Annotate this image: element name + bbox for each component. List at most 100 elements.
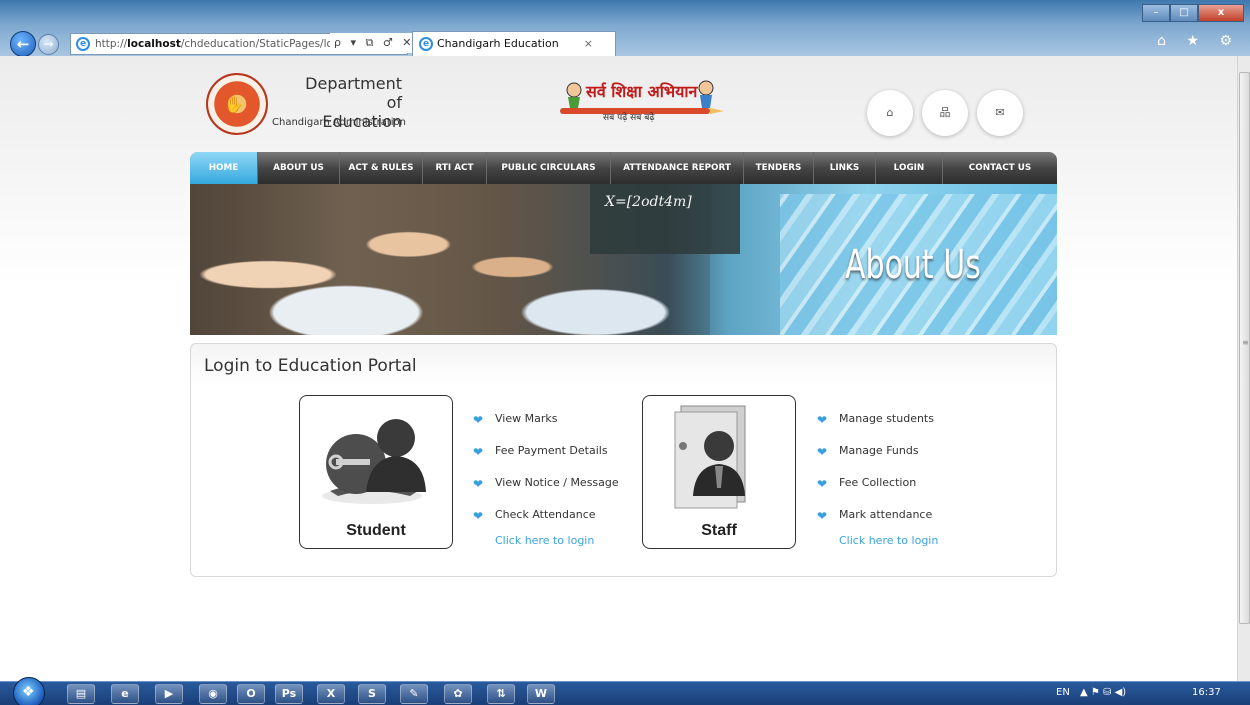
menu-home[interactable]: HOME (190, 152, 258, 184)
check-heart-icon: ❤ (473, 445, 484, 459)
dept-line-1: Department of (305, 74, 402, 112)
paint-taskbar-icon[interactable]: ✿ (444, 684, 472, 704)
check-heart-icon: ❤ (473, 477, 484, 491)
menu-rti-act[interactable]: RTI ACT (423, 152, 487, 184)
browser-toolbar-icons[interactable]: ⌂ ★ ⚙ (1157, 33, 1240, 49)
banner-title: About Us (845, 242, 981, 288)
skype-taskbar-icon[interactable]: S (358, 684, 386, 704)
ie-tab-icon: e (419, 37, 433, 51)
menu-tenders[interactable]: TENDERS (744, 152, 814, 184)
menu-links[interactable]: LINKS (814, 152, 876, 184)
student-feature-label: View Marks (495, 412, 558, 425)
system-tray-icons[interactable]: ▲ ⚑ ⛁ ◀) (1080, 687, 1126, 698)
staff-binder-ring (679, 442, 687, 450)
ssa-tagline: सब पढ़े सब बढ़े (603, 113, 655, 123)
back-button[interactable]: ← (10, 31, 36, 57)
staff-feature-label: Fee Collection (839, 476, 917, 489)
url-host: localhost (127, 38, 181, 50)
scrollbar-grip-icon: ≡ (1242, 338, 1249, 347)
opera-taskbar-icon[interactable]: O (237, 684, 265, 704)
student-person-head (377, 419, 415, 457)
check-heart-icon: ❤ (817, 445, 828, 459)
windows-logo-icon: ❖ (22, 684, 35, 700)
scrollbar-thumb[interactable]: ≡ (1239, 72, 1250, 624)
network-taskbar-icon[interactable]: ⇅ (487, 684, 515, 704)
tools-taskbar-icon[interactable]: ✎ (400, 684, 428, 704)
staff-feature-item: ❤ Fee Collection (817, 475, 934, 507)
student-key-icon (322, 419, 426, 504)
menu-act-rules[interactable]: ACT & RULES (340, 152, 423, 184)
staff-feature-item: ❤ Manage students (817, 411, 934, 443)
staff-login-link[interactable]: Click here to login (839, 534, 938, 547)
menu-public-circulars[interactable]: PUBLIC CIRCULARS (487, 152, 611, 184)
firefox-taskbar-icon[interactable]: ◉ (199, 684, 227, 704)
ssa-pencil-tip (710, 108, 724, 114)
main-navigation-menu: HOME ABOUT US ACT & RULES RTI ACT PUBLIC… (190, 152, 1057, 184)
window-controls: – □ x (1142, 4, 1244, 22)
student-card-label: Student (346, 522, 406, 539)
staff-features-list: ❤ Manage students ❤ Manage Funds ❤ Fee Coll… (817, 411, 934, 539)
student-login-card[interactable]: Student (299, 395, 453, 549)
student-feature-label: View Notice / Message (495, 476, 619, 489)
forward-button[interactable]: → (38, 34, 59, 55)
vertical-scrollbar[interactable]: ≡ (1237, 56, 1250, 681)
staff-feature-label: Manage students (839, 412, 934, 425)
ssa-child-right-head (698, 80, 714, 96)
excel-taskbar-icon[interactable]: X (317, 684, 345, 704)
maximize-button[interactable]: □ (1170, 4, 1198, 22)
internet-explorer-taskbar-icon[interactable]: e (111, 684, 139, 704)
staff-feature-label: Mark attendance (839, 508, 933, 521)
mail-icon-button[interactable]: ✉ (977, 90, 1023, 136)
tab-close-button[interactable]: × (584, 32, 593, 56)
ssa-child-left-body (568, 97, 580, 108)
staff-card-label: Staff (701, 522, 737, 539)
banner-chalk-text: X=[2odt4m] (605, 194, 692, 210)
about-us-banner: X=[2odt4m] About Us (190, 184, 1057, 335)
browser-chrome: ← → e http://localhost/chdeducation/Stat… (0, 0, 1250, 57)
staff-login-card[interactable]: Staff (642, 395, 796, 549)
student-feature-item: ❤ Fee Payment Details (473, 443, 619, 475)
check-heart-icon: ❤ (817, 509, 828, 523)
emblem-hand-icon: ✋ (224, 95, 244, 114)
check-heart-icon: ❤ (817, 413, 828, 427)
student-login-link[interactable]: Click here to login (495, 534, 594, 547)
sitemap-icon: 品 (939, 106, 951, 119)
student-feature-item: ❤ View Notice / Message (473, 475, 619, 507)
start-button[interactable]: ❖ (13, 677, 45, 705)
department-emblem-logo[interactable]: ✋ (206, 73, 268, 135)
student-features-list: ❤ View Marks ❤ Fee Payment Details ❤ View N… (473, 411, 619, 539)
menu-contact-us[interactable]: CONTACT US (943, 152, 1057, 184)
explorer-taskbar-icon[interactable]: ▤ (67, 684, 95, 704)
tab-chandigarh-education[interactable]: e Chandigarh Education × (412, 31, 616, 56)
ssa-child-left-head (566, 82, 582, 98)
student-feature-label: Check Attendance (495, 508, 596, 521)
photoshop-taskbar-icon[interactable]: Ps (275, 684, 303, 704)
student-feature-item: ❤ View Marks (473, 411, 619, 443)
login-panel-title: Login to Education Portal (204, 356, 417, 376)
check-heart-icon: ❤ (473, 509, 484, 523)
home-icon-button[interactable]: ⌂ (867, 90, 913, 136)
media-player-taskbar-icon[interactable]: ▶ (155, 684, 183, 704)
menu-about-us[interactable]: ABOUT US (258, 152, 340, 184)
ie-page-icon: e (76, 37, 90, 51)
tab-title: Chandigarh Education (437, 37, 559, 50)
staff-person-head (704, 431, 734, 461)
menu-attendance-report[interactable]: ATTENDANCE REPORT (611, 152, 744, 184)
minimize-button[interactable]: – (1142, 4, 1170, 22)
staff-binder-icon (674, 405, 746, 509)
clock[interactable]: 16:37 (1192, 687, 1221, 698)
windows-taskbar: ❖ ▤ e ▶ ◉ O Ps X S ✎ ✿ ⇅ W EN ▲ ⚑ ⛁ ◀) 1… (0, 677, 1250, 705)
menu-login[interactable]: LOGIN (876, 152, 943, 184)
login-panel: Login to Education Portal Student ❤ View … (190, 343, 1057, 577)
check-heart-icon: ❤ (817, 477, 828, 491)
sitemap-icon-button[interactable]: 品 (922, 90, 968, 136)
check-heart-icon: ❤ (473, 413, 484, 427)
home-icon: ⌂ (886, 106, 894, 119)
word-taskbar-icon[interactable]: W (527, 684, 555, 704)
language-indicator[interactable]: EN (1056, 687, 1070, 698)
address-bar-tools[interactable]: ρ ▾ ⧉ ♂ ✕ (330, 33, 415, 53)
ssa-child-right-body (700, 95, 712, 108)
staff-feature-label: Manage Funds (839, 444, 919, 457)
close-window-button[interactable]: x (1198, 4, 1244, 22)
url-path: /chdeducation/StaticPages/logi (180, 38, 343, 50)
